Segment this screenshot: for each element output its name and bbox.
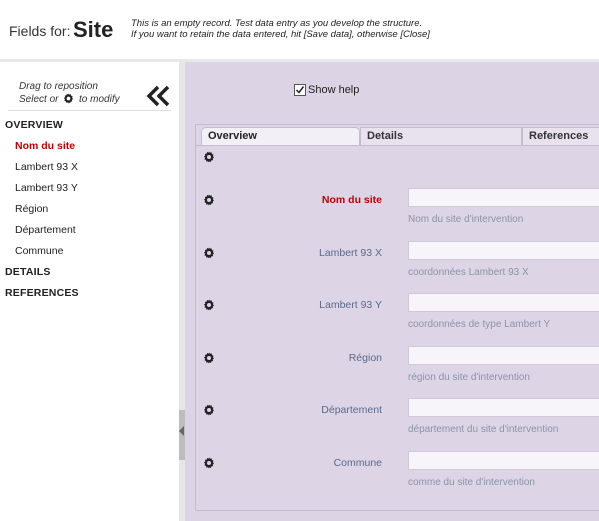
field-label: Commune (333, 457, 382, 469)
nav-item[interactable]: Département (15, 224, 76, 236)
field-label: Département (321, 404, 382, 416)
show-help-toggle[interactable]: Show help (294, 84, 359, 96)
drag-hint-select: Select or (19, 94, 59, 105)
field-input[interactable] (408, 293, 599, 312)
field-input[interactable] (408, 241, 599, 260)
main-panel: Show help Overview Details References No… (185, 62, 599, 521)
drag-hint-line2: Select or to modify (19, 93, 120, 108)
field-label: Lambert 93 X (318, 247, 382, 259)
nav-item[interactable]: Lambert 93 Y (15, 182, 78, 194)
field-help-text: Nom du site d'intervention (408, 214, 524, 225)
field-help-text: coordonnées de type Lambert Y (408, 319, 551, 330)
show-help-label: Show help (308, 84, 360, 96)
field-label: Lambert 93 Y (319, 299, 382, 311)
collapse-sidebar-button[interactable] (146, 85, 172, 107)
header-note: This is an empty record. Test data entry… (131, 18, 430, 40)
field-input[interactable] (408, 398, 599, 417)
field-help-text: comme du site d'intervention (408, 477, 535, 488)
header: Fields for: Site This is an empty record… (0, 0, 599, 60)
tab-bar-divider (196, 145, 599, 146)
show-help-checkbox[interactable] (294, 84, 306, 96)
drag-hint-line1: Drag to reposition (19, 81, 98, 92)
splitter-arrow-icon[interactable] (179, 426, 184, 436)
field-help-text: coordonnées Lambert 93 X (408, 267, 529, 278)
drag-hint-modify: to modify (79, 94, 120, 105)
gear-icon[interactable] (203, 246, 215, 259)
field-label: Région (348, 352, 382, 364)
gear-icon (63, 93, 74, 108)
tab-references[interactable]: References (522, 127, 599, 146)
field-help-text: région du site d'intervention (408, 372, 530, 383)
gear-icon[interactable] (203, 193, 215, 206)
nav-item[interactable]: Lambert 93 X (15, 161, 78, 173)
drag-hint: Drag to reposition Select or to modify (19, 81, 120, 108)
tab-details[interactable]: Details (360, 127, 522, 146)
gear-icon[interactable] (203, 403, 215, 416)
fields-for-label: Fields for: (9, 23, 71, 39)
gear-icon[interactable] (203, 456, 215, 469)
nav-section-references[interactable]: REFERENCES (5, 287, 79, 299)
sidebar: Drag to reposition Select or to modify O… (0, 62, 179, 521)
field-input[interactable] (408, 188, 599, 207)
field-help-text: département du site d'intervention (408, 424, 559, 435)
double-chevron-left-icon (146, 85, 170, 107)
sidebar-divider (8, 110, 171, 111)
header-note-line2: If you want to retain the data entered, … (131, 29, 430, 40)
checkmark-icon (295, 86, 305, 94)
nav-section-overview[interactable]: OVERVIEW (5, 119, 63, 131)
header-note-line1: This is an empty record. Test data entry… (131, 18, 423, 29)
nav-item[interactable]: Région (15, 203, 48, 215)
gear-icon[interactable] (203, 351, 215, 364)
field-label: Nom du site (321, 194, 382, 206)
nav-item[interactable]: Commune (15, 245, 63, 257)
tab-bar: Overview Details References (196, 125, 599, 146)
nav-item[interactable]: Nom du site (15, 140, 75, 152)
record-title: Site (73, 17, 114, 42)
gear-icon[interactable] (203, 298, 215, 311)
gear-icon[interactable] (203, 150, 215, 163)
field-input[interactable] (408, 451, 599, 470)
field-input[interactable] (408, 346, 599, 365)
tab-panel: Overview Details References Nom du site N… (195, 124, 599, 511)
nav-section-details[interactable]: DETAILS (5, 266, 51, 278)
record-editor: Fields for: Site This is an empty record… (0, 0, 599, 521)
tab-overview[interactable]: Overview (201, 127, 360, 146)
